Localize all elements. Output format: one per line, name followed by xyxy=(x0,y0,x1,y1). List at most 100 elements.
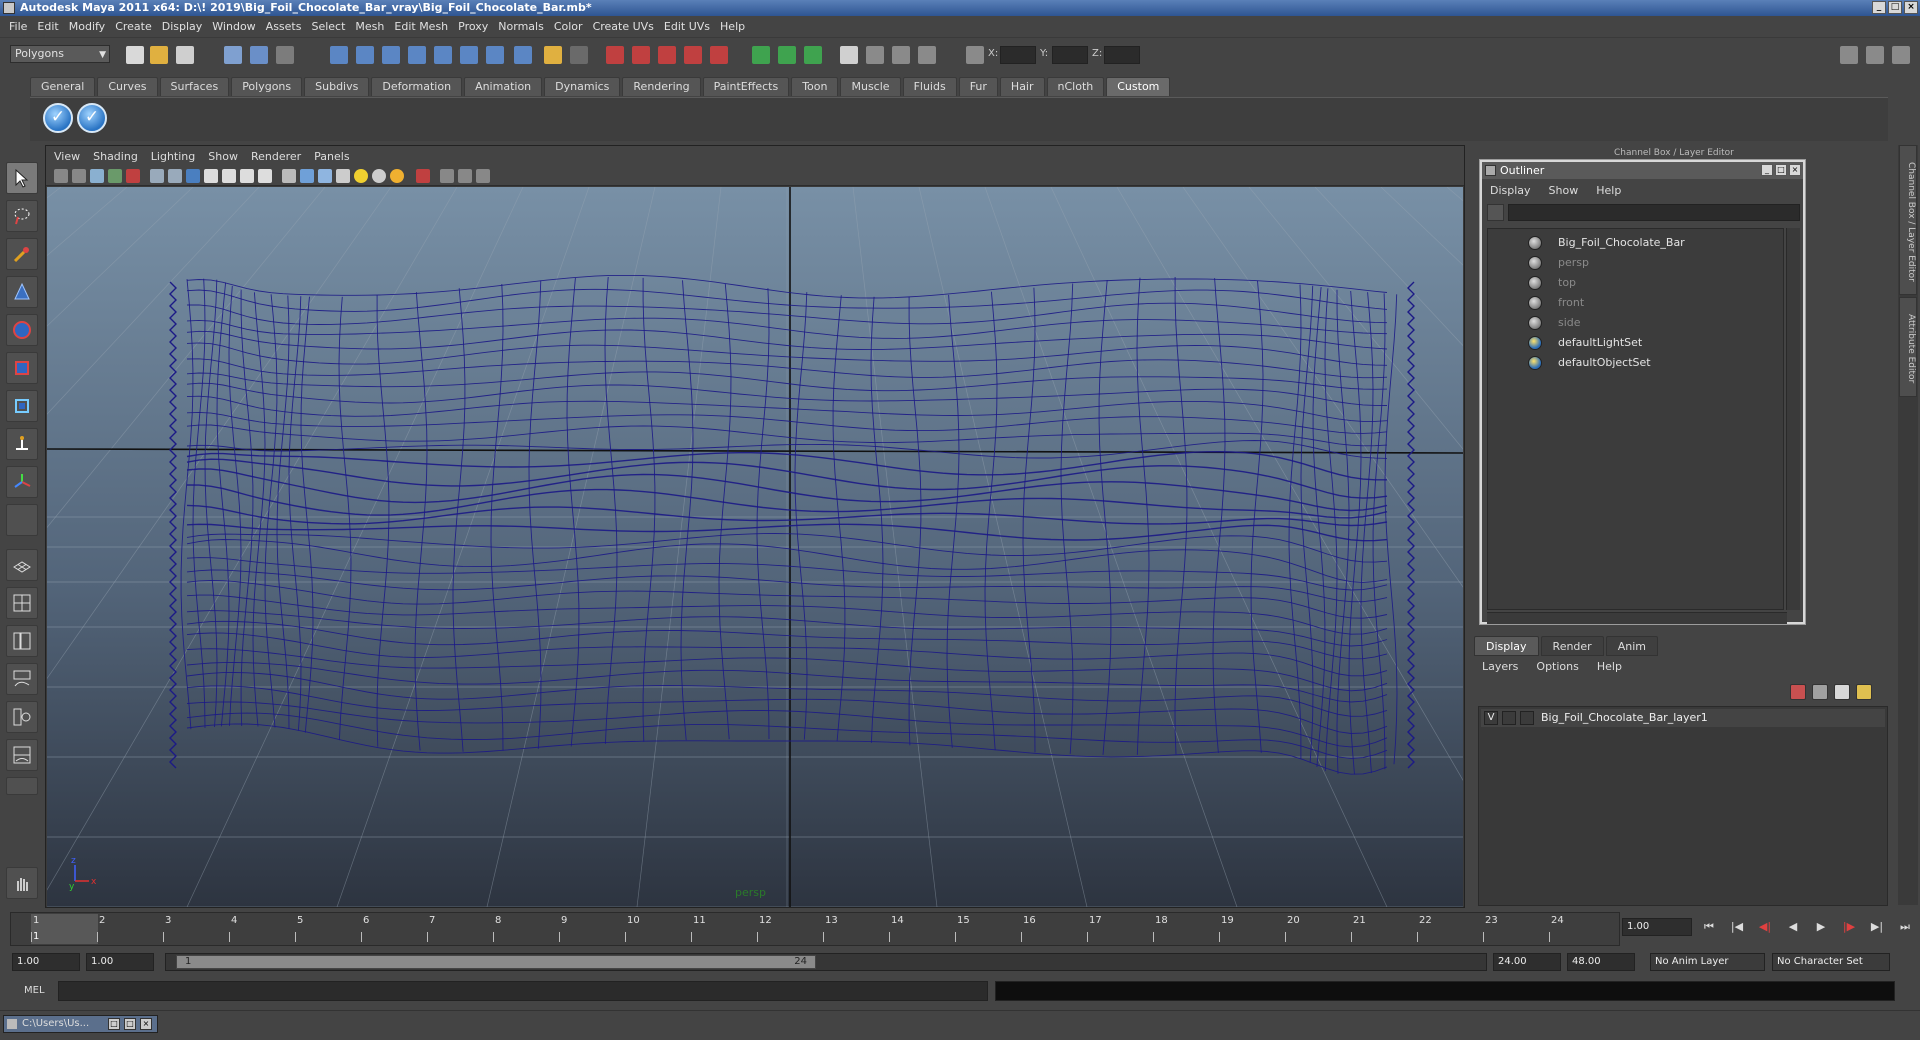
close-window-button[interactable]: × xyxy=(140,1018,152,1030)
isolate-select-icon[interactable] xyxy=(416,169,430,183)
shelf-tab-subdivs[interactable]: Subdivs xyxy=(304,77,370,96)
layer-menu-help[interactable]: Help xyxy=(1597,660,1622,673)
shelf-button-checkmark-1[interactable]: ✓ xyxy=(43,103,73,133)
outliner-close-button[interactable]: × xyxy=(1789,164,1801,176)
render-current-icon[interactable] xyxy=(606,46,624,64)
outliner-item-persp[interactable]: persp xyxy=(1488,253,1783,273)
textured-icon[interactable] xyxy=(336,169,350,183)
select-component-icon[interactable] xyxy=(276,46,294,64)
panel-menu-panels[interactable]: Panels xyxy=(314,150,349,163)
minimize-button[interactable]: _ xyxy=(1872,1,1886,14)
share-icon[interactable] xyxy=(476,169,490,183)
last-tool-button[interactable] xyxy=(6,504,38,536)
menu-create-uvs[interactable]: Create UVs xyxy=(590,20,661,33)
shelf-tab-ncloth[interactable]: nCloth xyxy=(1046,77,1105,96)
x-coord-field[interactable] xyxy=(1000,46,1036,64)
new-layer-from-selected-icon[interactable] xyxy=(1856,684,1872,700)
select-hierarchy-icon[interactable] xyxy=(224,46,242,64)
quick-selection-icon[interactable] xyxy=(966,46,984,64)
wireframe-on-shaded-icon[interactable] xyxy=(318,169,332,183)
lasso-tool-button[interactable] xyxy=(6,200,38,232)
smooth-shade-icon[interactable] xyxy=(300,169,314,183)
outliner-horizontal-scrollbar[interactable] xyxy=(1487,612,1787,624)
menu-file[interactable]: File xyxy=(6,20,34,33)
select-object-icon[interactable] xyxy=(250,46,268,64)
outliner-search-input[interactable] xyxy=(1508,204,1800,221)
toggle-attribute-icon[interactable] xyxy=(778,46,796,64)
panel-menu-shading[interactable]: Shading xyxy=(93,150,138,163)
snap-point-icon[interactable] xyxy=(382,46,400,64)
chocolate-bar-wireframe[interactable] xyxy=(169,274,1415,775)
xray-icon[interactable] xyxy=(440,169,454,183)
tab-attribute-editor[interactable]: Attribute Editor xyxy=(1899,297,1917,397)
menu-edit[interactable]: Edit xyxy=(34,20,65,33)
transform-field-icon[interactable] xyxy=(840,46,858,64)
current-frame-field[interactable]: 1.00 xyxy=(1622,918,1692,936)
shelf-tab-painteffects[interactable]: PaintEffects xyxy=(702,77,790,96)
outliner-menu-show[interactable]: Show xyxy=(1549,184,1579,197)
z-coord-field[interactable] xyxy=(1104,46,1140,64)
mel-label[interactable]: MEL xyxy=(24,985,45,996)
safe-title-icon[interactable] xyxy=(258,169,272,183)
lock-icon[interactable] xyxy=(544,46,562,64)
menu-mesh[interactable]: Mesh xyxy=(352,20,391,33)
step-back-key-icon[interactable]: |◀ xyxy=(1726,918,1748,936)
outliner-vertical-scrollbar[interactable] xyxy=(1786,228,1800,610)
menu-window[interactable]: Window xyxy=(209,20,262,33)
layer-playback-toggle[interactable] xyxy=(1502,711,1516,725)
outliner-item-big-foil-chocolate-bar[interactable]: Big_Foil_Chocolate_Bar xyxy=(1488,233,1783,253)
shelf-tab-polygons[interactable]: Polygons xyxy=(231,77,303,96)
resolution-gate-icon[interactable] xyxy=(186,169,200,183)
menu-color[interactable]: Color xyxy=(551,20,590,33)
menu-modify[interactable]: Modify xyxy=(66,20,112,33)
shelf-tab-rendering[interactable]: Rendering xyxy=(622,77,701,96)
show-hide-channel-box-icon[interactable] xyxy=(1840,46,1858,64)
open-scene-icon[interactable] xyxy=(150,46,168,64)
help-icon[interactable] xyxy=(514,46,532,64)
play-forwards-icon[interactable]: ▶ xyxy=(1810,918,1832,936)
outliner-menu-help[interactable]: Help xyxy=(1596,184,1621,197)
input-output-icon[interactable] xyxy=(570,46,588,64)
new-scene-icon[interactable] xyxy=(126,46,144,64)
render-settings-icon[interactable] xyxy=(658,46,676,64)
playback-start-field[interactable]: 1.00 xyxy=(86,953,154,971)
tab-anim-layers[interactable]: Anim xyxy=(1605,636,1658,656)
shelf-tab-toon[interactable]: Toon xyxy=(791,77,839,96)
outliner-item-side[interactable]: side xyxy=(1488,313,1783,333)
snap-grid-icon[interactable] xyxy=(330,46,348,64)
tab-display-layers[interactable]: Display xyxy=(1474,636,1539,656)
image-plane-icon[interactable] xyxy=(108,169,122,183)
toggle-channel-icon[interactable] xyxy=(752,46,770,64)
restore-button[interactable]: □ xyxy=(108,1018,120,1030)
shelf-tab-fur[interactable]: Fur xyxy=(958,77,998,96)
snap-curve-icon[interactable] xyxy=(356,46,374,64)
shelf-tab-custom[interactable]: Custom xyxy=(1106,77,1171,96)
outliner-maximize-button[interactable]: □ xyxy=(1775,164,1787,176)
layer-visibility-toggle[interactable]: V xyxy=(1484,711,1498,725)
shelf-tab-deformation[interactable]: Deformation xyxy=(371,77,463,96)
step-forward-key-icon[interactable]: ▶| xyxy=(1866,918,1888,936)
2d-pan-zoom-icon[interactable] xyxy=(126,169,140,183)
default-lighting-icon[interactable] xyxy=(354,169,368,183)
menu-help[interactable]: Help xyxy=(717,20,752,33)
shelf-tab-hair[interactable]: Hair xyxy=(999,77,1045,96)
tab-render-layers[interactable]: Render xyxy=(1540,636,1604,656)
show-hide-attribute-editor-icon[interactable] xyxy=(1866,46,1884,64)
range-slider-handle[interactable]: 1 24 xyxy=(176,955,816,969)
persp-graph-layout-button[interactable] xyxy=(6,739,38,771)
panel-menu-show[interactable]: Show xyxy=(208,150,238,163)
close-button[interactable]: × xyxy=(1904,1,1918,14)
rename-icon[interactable] xyxy=(918,46,936,64)
layer-color-swatch[interactable] xyxy=(1520,711,1534,725)
menu-create[interactable]: Create xyxy=(112,20,159,33)
outliner-item-top[interactable]: top xyxy=(1488,273,1783,293)
save-scene-icon[interactable] xyxy=(176,46,194,64)
outliner-item-front[interactable]: front xyxy=(1488,293,1783,313)
menu-display[interactable]: Display xyxy=(159,20,210,33)
outliner-menu-display[interactable]: Display xyxy=(1490,184,1531,197)
safe-action-icon[interactable] xyxy=(240,169,254,183)
camera-attributes-icon[interactable] xyxy=(72,169,86,183)
panel-menu-renderer[interactable]: Renderer xyxy=(251,150,301,163)
show-hide-tool-settings-icon[interactable] xyxy=(1892,46,1910,64)
render-view-icon[interactable] xyxy=(710,46,728,64)
